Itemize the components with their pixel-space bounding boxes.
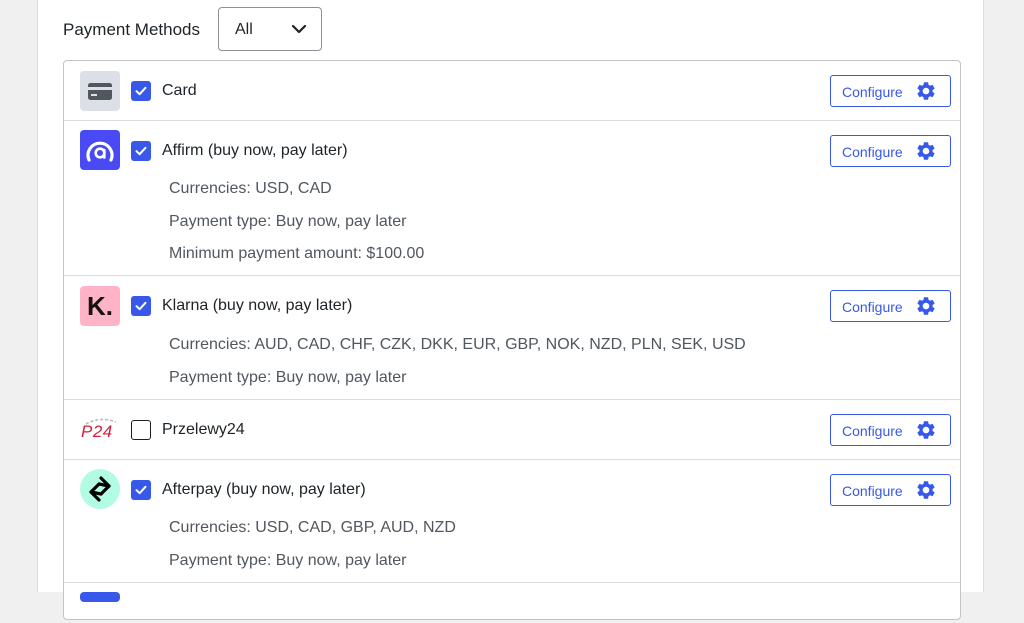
- klarna-logo-text: K.: [87, 291, 113, 321]
- configure-label: Configure: [842, 84, 903, 100]
- card-icon: [80, 71, 120, 111]
- payment-method-klarna: K. Klarna (buy now, pay later) Currencie…: [64, 276, 960, 400]
- payment-method-przelewy24: P24 Przelewy24 Configure: [64, 400, 960, 460]
- configure-affirm-button[interactable]: Configure: [830, 135, 951, 167]
- next-method-logo: [80, 592, 120, 602]
- currencies-detail: Currencies: AUD, CAD, CHF, CZK, DKK, EUR…: [169, 336, 746, 353]
- configure-label: Configure: [842, 483, 903, 499]
- gear-icon: [917, 82, 935, 100]
- p24-logo-text: P24: [81, 422, 113, 441]
- afterpay-checkbox[interactable]: [131, 480, 151, 500]
- currencies-detail: Currencies: USD, CAD: [169, 180, 332, 197]
- payment-method-name: Przelewy24: [162, 421, 245, 438]
- payment-method-name: Klarna (buy now, pay later): [162, 297, 353, 314]
- payment-methods-list: Card Configure Affirm (buy now, pay late…: [63, 60, 961, 620]
- configure-afterpay-button[interactable]: Configure: [830, 474, 951, 506]
- payment-method-name: Afterpay (buy now, pay later): [162, 481, 366, 498]
- klarna-logo: K.: [80, 286, 120, 326]
- card-checkbox[interactable]: [131, 81, 151, 101]
- payment-method-name: Affirm (buy now, pay later): [162, 142, 348, 159]
- payment-methods-label: Payment Methods: [63, 20, 201, 39]
- payment-method-afterpay: Afterpay (buy now, pay later) Currencies…: [64, 460, 960, 583]
- gear-icon: [917, 142, 935, 160]
- przelewy24-checkbox[interactable]: [131, 420, 151, 440]
- configure-klarna-button[interactable]: Configure: [830, 290, 951, 322]
- payment-type-detail: Payment type: Buy now, pay later: [169, 552, 407, 569]
- payment-method-next-partial: [64, 583, 960, 623]
- klarna-checkbox[interactable]: [131, 296, 151, 316]
- filter-selected-value: All: [235, 21, 253, 38]
- payment-method-card: Card Configure: [64, 61, 960, 121]
- affirm-logo: [80, 130, 120, 170]
- currencies-detail: Currencies: USD, CAD, GBP, AUD, NZD: [169, 519, 456, 536]
- configure-label: Configure: [842, 423, 903, 439]
- payment-methods-filter-select[interactable]: All: [218, 7, 322, 51]
- gear-icon: [917, 421, 935, 439]
- payment-type-detail: Payment type: Buy now, pay later: [169, 369, 407, 386]
- affirm-checkbox[interactable]: [131, 141, 151, 161]
- payment-method-affirm: Affirm (buy now, pay later) Currencies: …: [64, 121, 960, 276]
- configure-label: Configure: [842, 299, 903, 315]
- configure-przelewy24-button[interactable]: Configure: [830, 414, 951, 446]
- payment-type-detail: Payment type: Buy now, pay later: [169, 213, 407, 230]
- afterpay-logo: [80, 469, 120, 509]
- configure-card-button[interactable]: Configure: [830, 75, 951, 107]
- configure-label: Configure: [842, 144, 903, 160]
- chevron-down-icon: [291, 24, 307, 34]
- p24-logo: P24: [80, 410, 120, 450]
- gear-icon: [917, 481, 935, 499]
- minimum-amount-detail: Minimum payment amount: $100.00: [169, 245, 425, 262]
- gear-icon: [917, 297, 935, 315]
- payment-method-name: Card: [162, 82, 197, 99]
